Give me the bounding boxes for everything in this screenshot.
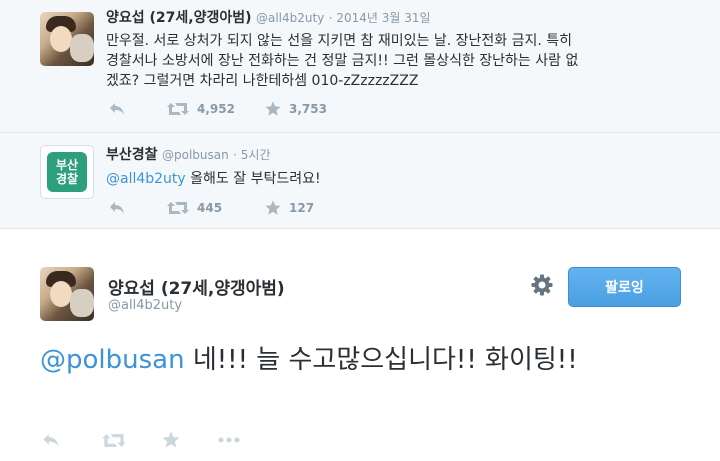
tweet-line: 만우절. 서로 상처가 되지 않는 선을 지키면 참 재미있는 날. 장난전화 … [106,33,573,49]
favorite-button[interactable]: 3,753 [265,101,327,117]
tweet-body: 네!!! 늘 수고많으십니다!! 화이팅!! [184,345,578,375]
avatar[interactable] [40,267,94,321]
avatar-dog [70,289,94,317]
more-button[interactable] [218,437,240,443]
tweet-line: 겠죠? 그럴거면 차라리 나한테하셈 010-zZzzzzZZZ [106,73,419,89]
retweet-button[interactable]: 445 [167,201,265,215]
user-handle[interactable]: @all4b2uty [256,11,324,25]
following-button[interactable]: 팔로잉 [568,267,681,307]
favorite-button[interactable] [162,431,218,449]
retweet-icon [167,103,189,115]
star-icon [265,101,281,116]
retweet-icon [102,433,126,447]
star-icon [162,431,180,448]
favorite-count: 3,753 [289,102,327,116]
avatar[interactable]: 부산 경찰 [40,145,94,199]
tweet-body: 올해도 잘 부탁드려요! [185,171,321,187]
avatar[interactable] [40,12,94,66]
favorite-count: 127 [289,201,315,215]
settings-button[interactable] [531,274,553,300]
gear-icon [531,274,553,296]
mention-link[interactable]: @polbusan [40,345,185,375]
tweet-actions: 445 127 [109,200,314,216]
avatar-dog [70,34,94,62]
tweet-actions: 4,952 3,753 [109,101,327,117]
logo-text: 부산 [55,158,79,172]
mention-link[interactable]: @all4b2uty [106,171,186,187]
tweet-line: 경찰서나 소방서에 장난 전화하는 건 정말 금지!! 그런 몰상식한 장난하는… [106,53,579,69]
reply-icon [43,433,59,447]
tweet-header: 양요섭 (27세,양갱아범) @all4b2uty · 2014년 3월 31일 [106,7,431,27]
more-icon [218,437,240,443]
tweet-text: @all4b2uty 올해도 잘 부탁드려요! [106,169,706,189]
user-handle[interactable]: @polbusan [162,148,229,162]
reply-button[interactable] [109,102,167,116]
tweet-header: 부산경찰 @polbusan · 5시간 [106,144,271,164]
user-handle[interactable]: @all4b2uty [108,298,182,313]
retweet-icon [167,202,189,214]
user-name[interactable]: 양요섭 (27세,양갱아범) [106,10,252,26]
logo-text: 경찰 [55,172,79,186]
tweet-time[interactable]: · 5시간 [233,148,270,162]
avatar-face [50,281,72,307]
user-name[interactable]: 부산경찰 [106,147,158,163]
tweet-text: 만우절. 서로 상처가 되지 않는 선을 지키면 참 재미있는 날. 장난전화 … [106,31,706,91]
reply-button[interactable] [42,433,102,448]
tweet-item[interactable]: 양요섭 (27세,양갱아범) @all4b2uty · 2014년 3월 31일… [0,0,720,133]
retweet-count: 445 [197,201,223,215]
tweet-item[interactable]: 부산 경찰 부산경찰 @polbusan · 5시간 @all4b2uty 올해… [0,133,720,228]
retweet-count: 4,952 [197,102,235,116]
reply-button[interactable] [109,201,167,215]
tweet-time[interactable]: · 2014년 3월 31일 [329,11,431,25]
user-name[interactable]: 양요섭 (27세,양갱아범) [108,274,285,299]
retweet-button[interactable] [102,433,162,448]
favorite-button[interactable]: 127 [265,200,314,216]
reply-icon [110,103,124,115]
retweet-button[interactable]: 4,952 [167,102,265,116]
reply-icon [110,202,124,214]
star-icon [265,200,281,215]
main-tweet-text: @polbusan 네!!! 늘 수고많으십니다!! 화이팅!! [40,341,680,379]
police-logo: 부산 경찰 [47,152,87,192]
tweet-actions [42,431,240,449]
avatar-face [50,26,72,52]
